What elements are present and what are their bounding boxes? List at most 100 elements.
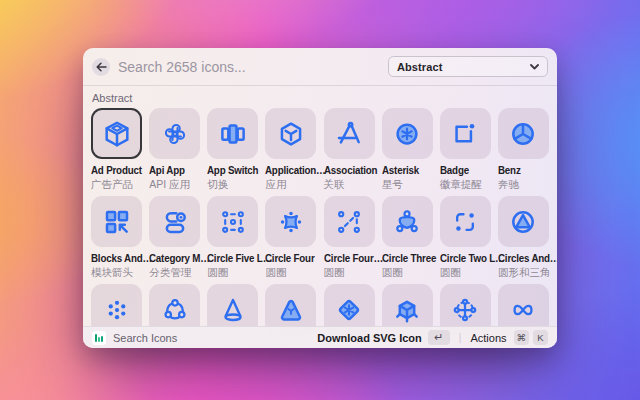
icon-name: App Switch — [207, 164, 254, 177]
cone-icon — [218, 295, 248, 325]
k-key-badge: K — [533, 330, 548, 345]
icon-name: Circle Three — [382, 252, 429, 265]
clover-dots-icon — [276, 207, 306, 237]
cube-box-icon — [102, 119, 132, 149]
circle-four-line-icon — [334, 207, 364, 237]
category-dropdown-value: Abstract — [397, 61, 442, 73]
icon-subtitle: 广告产品 — [91, 178, 142, 190]
circle-three-icon — [392, 207, 422, 237]
icon-name: Circle Two L… — [440, 252, 487, 265]
icon-name: Circles And… — [498, 252, 545, 265]
triangle-mark-icon — [276, 295, 306, 325]
icon-tile-cube-box[interactable] — [91, 108, 142, 159]
icon-cell-badge-dot: Badge徽章提醒 — [440, 108, 491, 191]
icon-cell-cube-box: Ad Product广告产品 — [91, 108, 142, 191]
section-label: Abstract — [92, 92, 557, 105]
icon-subtitle: 切换 — [207, 178, 258, 190]
icon-subtitle: 关联 — [324, 178, 375, 190]
icon-name: Circle Four — [265, 252, 312, 265]
download-svg-action[interactable]: Download SVG Icon — [317, 332, 422, 344]
icon-tile-circle-three[interactable] — [382, 196, 433, 247]
icon-cell-asterisk-circle: Asterisk星号 — [382, 108, 433, 191]
icon-name: Badge — [440, 164, 487, 177]
footer: Search Icons Download SVG Icon ↵ | Actio… — [83, 326, 557, 348]
blocks-arrow-icon — [102, 207, 132, 237]
benz-icon — [508, 119, 538, 149]
circle-triangle-icon — [508, 207, 538, 237]
icon-subtitle: 圆圈 — [440, 266, 491, 278]
icon-subtitle: 圆圈 — [207, 266, 258, 278]
category-dropdown[interactable]: Abstract — [388, 56, 548, 77]
icon-subtitle: 模块箭头 — [91, 266, 142, 278]
icon-subtitle: 圆圈 — [324, 266, 375, 278]
cross-dots-icon — [450, 295, 480, 325]
icon-tile-circle-four-line[interactable] — [324, 196, 375, 247]
back-button[interactable] — [92, 58, 110, 76]
icon-cell-clover-dots: Circle Four圆圈 — [265, 196, 316, 279]
asterisk-circle-icon — [392, 119, 422, 149]
icon-search-window: Search 2658 icons... Abstract Abstract A… — [83, 48, 557, 348]
search-input[interactable]: Search 2658 icons... — [118, 59, 388, 75]
app-switch-icon — [218, 119, 248, 149]
icon-subtitle: 圆圈 — [382, 266, 433, 278]
circle-two-line-icon — [450, 207, 480, 237]
orbit-nodes-icon — [160, 295, 190, 325]
icon-cell-circle-four-line: Circle Four…圆圈 — [324, 196, 375, 279]
enter-key-badge: ↵ — [428, 330, 450, 345]
icon-cell-benz: Benz奔驰 — [498, 108, 549, 191]
icon-cell-api-app: Api AppAPI 应用 — [149, 108, 200, 191]
icon-subtitle: API 应用 — [149, 178, 200, 190]
infinity-icon — [508, 295, 538, 325]
icon-name: Blocks And… — [91, 252, 138, 265]
icon-subtitle: 圆形和三角 — [498, 266, 549, 278]
icon-tile-a-frame[interactable] — [324, 108, 375, 159]
icon-tile-circle-two-line[interactable] — [440, 196, 491, 247]
diamond-asterisk-icon — [334, 295, 364, 325]
icon-grid: Ad Product广告产品Api AppAPI 应用App Switch切换A… — [83, 108, 557, 348]
icon-tile-circle-five[interactable] — [207, 196, 258, 247]
icon-tile-blocks-arrow[interactable] — [91, 196, 142, 247]
chevron-down-icon — [530, 64, 539, 70]
icon-name: Ad Product — [91, 164, 138, 177]
cmd-key-badge: ⌘ — [514, 330, 530, 345]
icon-subtitle: 徽章提醒 — [440, 178, 491, 190]
icon-cell-hexagon-y: Application…应用 — [265, 108, 316, 191]
api-app-icon — [160, 119, 190, 149]
icon-cell-a-frame: Association关联 — [324, 108, 375, 191]
icon-tile-circle-triangle[interactable] — [498, 196, 549, 247]
icon-cell-blocks-arrow: Blocks And…模块箭头 — [91, 196, 142, 279]
dots-cluster-icon — [102, 295, 132, 325]
icon-cell-circle-three: Circle Three圆圈 — [382, 196, 433, 279]
icon-cell-circle-five: Circle Five L…圆圈 — [207, 196, 258, 279]
icon-tile-benz[interactable] — [498, 108, 549, 159]
a-frame-icon — [334, 119, 364, 149]
icon-name: Api App — [149, 164, 196, 177]
back-arrow-icon — [96, 62, 107, 72]
icon-subtitle: 应用 — [265, 178, 316, 190]
icon-tile-api-app[interactable] — [149, 108, 200, 159]
icon-tile-clover-dots[interactable] — [265, 196, 316, 247]
icon-name: Association — [324, 164, 371, 177]
icon-name: Circle Five L… — [207, 252, 254, 265]
icon-name: Category M… — [149, 252, 196, 265]
icon-name: Circle Four… — [324, 252, 371, 265]
icon-subtitle: 奔驰 — [498, 178, 549, 190]
icon-name: Benz — [498, 164, 545, 177]
footer-app-label: Search Icons — [113, 332, 177, 344]
actions-menu[interactable]: Actions — [470, 332, 506, 344]
icon-name: Application… — [265, 164, 312, 177]
hexagon-y-icon — [276, 119, 306, 149]
icon-subtitle: 星号 — [382, 178, 433, 190]
category-icon — [160, 207, 190, 237]
icon-tile-app-switch[interactable] — [207, 108, 258, 159]
icon-tile-asterisk-circle[interactable] — [382, 108, 433, 159]
icon-tile-hexagon-y[interactable] — [265, 108, 316, 159]
icon-subtitle: 分类管理 — [149, 266, 200, 278]
icon-subtitle: 圆圈 — [265, 266, 316, 278]
icon-tile-badge-dot[interactable] — [440, 108, 491, 159]
cube-legs-icon — [392, 295, 422, 325]
badge-dot-icon — [450, 119, 480, 149]
icon-tile-category[interactable] — [149, 196, 200, 247]
icon-name: Asterisk — [382, 164, 429, 177]
icon-cell-circle-triangle: Circles And…圆形和三角 — [498, 196, 549, 279]
